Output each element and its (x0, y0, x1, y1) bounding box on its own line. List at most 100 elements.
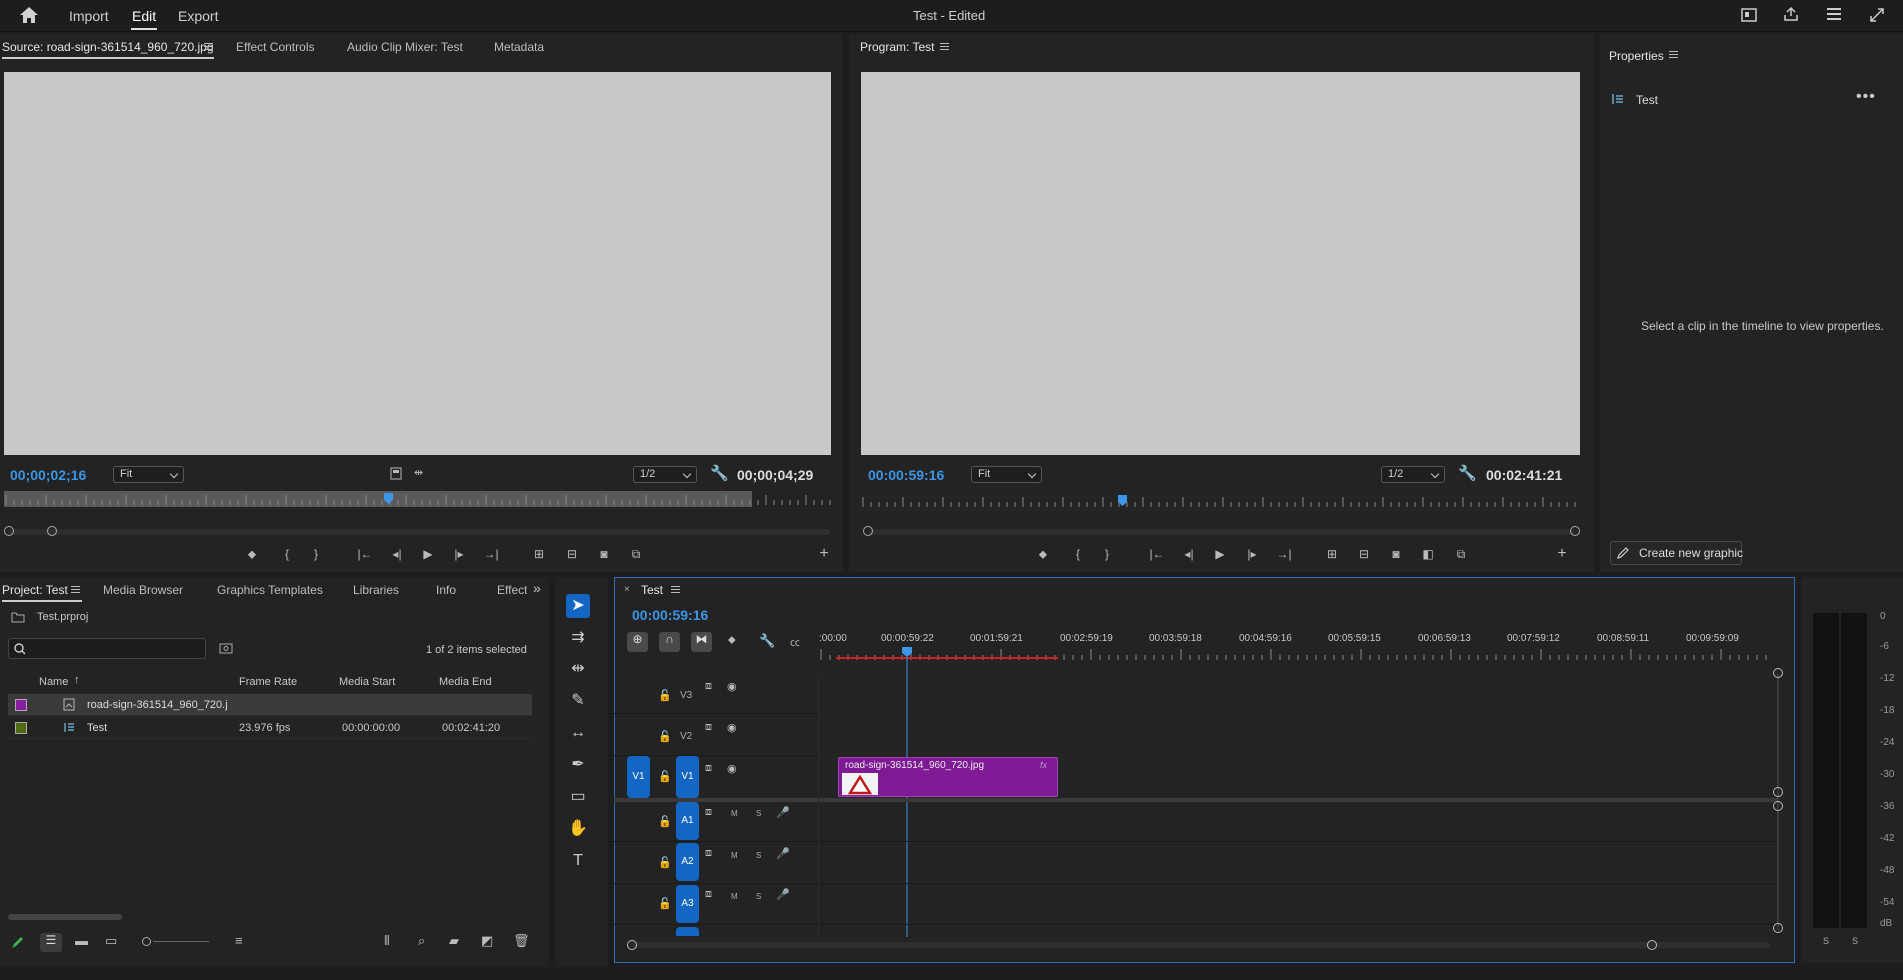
new-search-bin-icon[interactable] (219, 642, 233, 654)
menu-export[interactable]: Export (178, 8, 218, 24)
slip-tool-icon[interactable]: ↔ (566, 721, 590, 745)
lock-icon[interactable]: 🔓 (658, 815, 672, 828)
find-icon[interactable]: ⌕ (418, 933, 425, 949)
tab-timeline-sequence[interactable]: Test (641, 583, 663, 597)
program-zoom-scrollbar[interactable] (868, 529, 1575, 535)
fullscreen-icon[interactable] (1869, 7, 1885, 23)
program-step-forward-button[interactable]: |▸ (1243, 547, 1261, 561)
menu-import[interactable]: Import (69, 8, 109, 24)
track-target-a1[interactable]: A1 (676, 802, 699, 840)
sync-lock-icon[interactable]: ⧈ (705, 888, 712, 901)
program-resolution-select[interactable]: 1/2 (1381, 466, 1445, 483)
mute-a3[interactable]: M (731, 892, 738, 901)
hand-tool-icon[interactable]: ✋ (566, 817, 590, 841)
program-zoom-handle-right[interactable] (1570, 526, 1580, 536)
tab-effects[interactable]: Effects (497, 583, 527, 597)
source-insert-button[interactable]: ⊞ (530, 547, 548, 561)
zoom-slider-handle[interactable] (142, 937, 151, 946)
solo-a2[interactable]: S (756, 851, 761, 860)
program-lift-button[interactable]: ⊞ (1323, 547, 1341, 561)
source-compare-button[interactable]: ⧉ (627, 547, 645, 562)
close-sequence-icon[interactable]: × (624, 584, 630, 595)
track-select-tool-icon[interactable]: ⇉ (566, 626, 590, 650)
column-frame-rate[interactable]: Frame Rate (239, 676, 297, 688)
solo-right-button[interactable]: S (1852, 936, 1858, 946)
menu-edit[interactable]: Edit (132, 8, 156, 24)
program-zoom-handle-left[interactable] (863, 526, 873, 536)
horizontal-scroll-handle-right[interactable] (1647, 940, 1657, 950)
project-panel-menu-icon[interactable] (71, 586, 80, 593)
tab-project[interactable]: Project: Test (2, 583, 68, 597)
razor-tool-icon[interactable]: ✎ (566, 689, 590, 713)
pencil-icon[interactable] (11, 935, 25, 949)
program-go-to-out-button[interactable]: →| (1275, 547, 1293, 561)
track-target-v1[interactable]: V1 (676, 756, 699, 798)
sync-lock-icon[interactable]: ⧈ (705, 680, 712, 693)
program-vr-button[interactable]: ⧉ (1452, 547, 1470, 562)
program-add-marker-button[interactable]: ⬥ (1034, 547, 1052, 562)
source-patch-v1[interactable]: V1 (627, 756, 650, 798)
program-zoom-select[interactable]: Fit (971, 466, 1042, 483)
source-mark-in-button[interactable]: { (278, 547, 296, 561)
program-play-button[interactable]: ▶ (1211, 547, 1229, 561)
source-mark-out-button[interactable]: } (307, 547, 325, 561)
solo-a3[interactable]: S (756, 892, 761, 901)
tab-info[interactable]: Info (436, 583, 456, 597)
column-name[interactable]: Name (39, 676, 68, 688)
workspaces-icon[interactable] (1826, 7, 1842, 21)
tab-libraries[interactable]: Libraries (353, 583, 399, 597)
lock-icon[interactable]: 🔓 (658, 897, 672, 910)
program-settings-wrench-icon[interactable]: 🔧 (1458, 464, 1477, 482)
source-add-button[interactable]: + (815, 545, 833, 563)
ripple-edit-tool-icon[interactable]: ⇹ (566, 657, 590, 681)
source-panel-menu-icon[interactable] (204, 43, 213, 50)
program-mark-in-button[interactable]: { (1069, 547, 1087, 561)
fx-badge[interactable]: fx (1040, 760, 1047, 770)
insert-overlay-icon[interactable]: ⇹ (414, 466, 423, 479)
sync-lock-icon[interactable]: ⧈ (705, 806, 712, 819)
program-timecode[interactable]: 00:00:59:16 (868, 467, 944, 483)
tab-audio-clip-mixer[interactable]: Audio Clip Mixer: Test (347, 40, 463, 54)
sync-lock-icon[interactable]: ⧈ (705, 721, 712, 734)
list-view-button[interactable]: ☰ (40, 933, 62, 952)
pen-tool-icon[interactable]: ✒ (566, 753, 590, 777)
share-icon[interactable] (1783, 6, 1799, 22)
source-settings-wrench-icon[interactable]: 🔧 (710, 464, 729, 482)
tab-metadata[interactable]: Metadata (494, 40, 544, 54)
work-area-bar[interactable] (836, 657, 1058, 659)
project-horizontal-scrollbar[interactable] (8, 914, 122, 920)
more-panels-chevron-icon[interactable]: » (533, 580, 541, 596)
sync-lock-icon[interactable]: ⧈ (705, 762, 712, 775)
type-tool-icon[interactable]: T (566, 849, 590, 873)
source-timecode[interactable]: 00;00;02;16 (10, 467, 86, 483)
program-comparison-view-button[interactable]: ◧ (1419, 547, 1437, 561)
vertical-scroll-handle-bottom[interactable] (1773, 923, 1783, 933)
mic-icon[interactable]: 🎤 (776, 847, 790, 860)
timeline-menu-icon[interactable] (671, 586, 680, 593)
lock-icon[interactable]: 🔓 (658, 730, 672, 743)
track-target-a2[interactable]: A2 (676, 843, 699, 881)
source-play-button[interactable]: ▶ (419, 547, 437, 561)
timeline-timecode[interactable]: 00:00:59:16 (632, 607, 708, 623)
tab-source[interactable]: Source: road-sign-361514_960_720.jpg (2, 40, 214, 54)
horizontal-scroll-handle-left[interactable] (627, 940, 637, 950)
vertical-scroll-handle-mid[interactable] (1773, 787, 1783, 797)
sort-icons-button[interactable]: ≡ (235, 933, 243, 948)
quick-export-icon[interactable] (1741, 8, 1757, 22)
label-color-swatch[interactable] (15, 722, 27, 734)
sync-lock-icon[interactable]: ⧈ (705, 847, 712, 860)
label-color-swatch[interactable] (15, 699, 27, 711)
linked-selection-button[interactable]: ⧓ (691, 632, 712, 652)
eye-icon[interactable]: ◉ (727, 721, 737, 734)
program-export-frame-button[interactable]: ◙ (1387, 547, 1405, 561)
vertical-scroll-handle-top[interactable] (1773, 668, 1783, 678)
home-icon[interactable] (19, 6, 39, 24)
automate-to-sequence-icon[interactable]: ⦀ (384, 933, 390, 949)
mic-icon[interactable]: 🎤 (776, 806, 790, 819)
nest-toggle-button[interactable]: ⊕ (627, 632, 648, 652)
mute-a2[interactable]: M (731, 851, 738, 860)
export-frame-settings-icon[interactable] (390, 467, 402, 480)
snap-button[interactable]: ∩ (659, 632, 680, 652)
source-go-to-in-button[interactable]: |← (356, 547, 374, 561)
source-step-back-button[interactable]: ◂| (388, 547, 406, 561)
